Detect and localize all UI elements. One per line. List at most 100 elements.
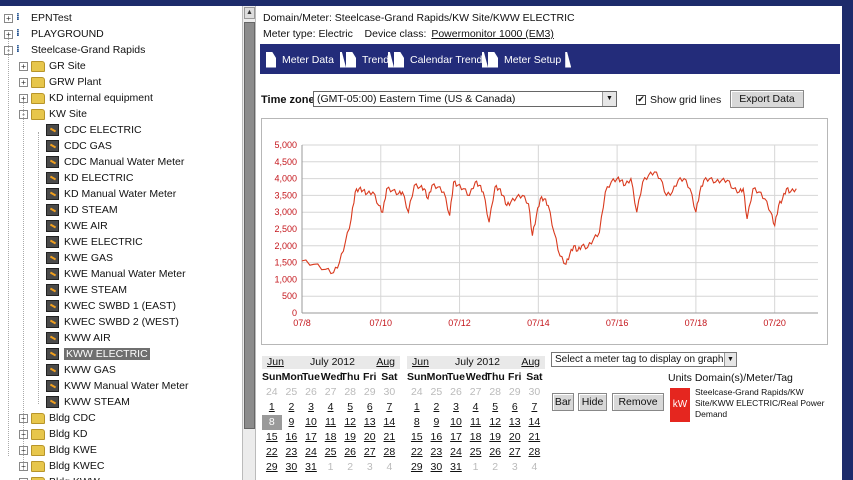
calendar-day[interactable]: 30 [282, 460, 302, 475]
timezone-select[interactable]: (GMT-05:00) Eastern Time (US & Canada) ▼ [313, 91, 617, 107]
tree-item[interactable]: KD ELECTRIC [34, 170, 133, 186]
tree-item[interactable]: + GRW Plant [19, 74, 101, 90]
calendar-day[interactable]: 7 [380, 400, 400, 415]
calendar-day[interactable]: 3 [301, 400, 321, 415]
calendar-day[interactable]: 2 [340, 460, 360, 475]
calendar-day[interactable]: 17 [301, 430, 321, 445]
calendar-day[interactable]: 21 [525, 430, 545, 445]
tree-item[interactable]: + KD internal equipment [19, 90, 153, 106]
calendar-day[interactable]: 4 [466, 400, 486, 415]
calendar-day[interactable]: 25 [427, 385, 447, 400]
calendar-day[interactable]: 6 [505, 400, 525, 415]
tab-calendar-trend[interactable]: Calendar Trend [384, 51, 482, 68]
calendar-day[interactable]: 1 [407, 400, 427, 415]
tree-item[interactable]: KWE STEAM [34, 282, 127, 298]
calendar-day[interactable]: 29 [360, 385, 380, 400]
tab-meter-data[interactable]: Meter Data [266, 51, 334, 68]
calendar-day[interactable]: 27 [321, 385, 341, 400]
calendar-day[interactable]: 26 [485, 445, 505, 460]
tree-scrollbar[interactable]: ▲ [242, 6, 256, 480]
calendar-day[interactable]: 15 [262, 430, 282, 445]
expand-icon[interactable]: + [19, 77, 28, 87]
calendar-day[interactable]: 31 [301, 460, 321, 475]
tree-item[interactable]: KWW STEAM [34, 394, 130, 410]
calendar-day[interactable]: 16 [282, 430, 302, 445]
unit-color-swatch[interactable]: kW [670, 388, 690, 422]
calendar-day[interactable]: 9 [282, 415, 302, 430]
tree-item[interactable]: + Bldg CDC [19, 410, 96, 426]
tree-item[interactable]: CDC Manual Water Meter [34, 154, 184, 170]
calendar-day[interactable]: 13 [360, 415, 380, 430]
calendar-day[interactable]: 5 [340, 400, 360, 415]
tab-trend[interactable]: Trend [336, 51, 389, 68]
calendar-day[interactable]: 5 [485, 400, 505, 415]
calendar-day[interactable]: 30 [380, 385, 400, 400]
calendar-next-link[interactable]: Aug [376, 356, 395, 368]
calendar-day[interactable]: 26 [301, 385, 321, 400]
tree-item[interactable]: - KW Site [19, 106, 87, 122]
calendar-day[interactable]: 8 [407, 415, 427, 430]
calendar-day[interactable]: 29 [262, 460, 282, 475]
calendar-prev-link[interactable]: Jun [412, 356, 429, 368]
calendar-day[interactable]: 11 [321, 415, 341, 430]
calendar-day[interactable]: 12 [485, 415, 505, 430]
expand-icon[interactable]: + [19, 61, 28, 71]
calendar-day[interactable]: 9 [427, 415, 447, 430]
calendar-day[interactable]: 28 [525, 445, 545, 460]
tree-item[interactable]: KWW Manual Water Meter [34, 378, 188, 394]
calendar-day[interactable]: 4 [525, 460, 545, 475]
calendar-day[interactable]: 17 [446, 430, 466, 445]
calendar-day[interactable]: 3 [360, 460, 380, 475]
calendar-day[interactable]: 24 [301, 445, 321, 460]
calendar-day[interactable]: 28 [485, 385, 505, 400]
calendar-day[interactable]: 27 [505, 445, 525, 460]
calendar-day[interactable]: 18 [466, 430, 486, 445]
calendar-day[interactable]: 3 [446, 400, 466, 415]
tree-item[interactable]: + Bldg KD [19, 426, 88, 442]
calendar-day[interactable]: 26 [446, 385, 466, 400]
tree-item[interactable]: - ⁞ Steelcase-Grand Rapids [4, 42, 145, 58]
calendar-day[interactable]: 31 [446, 460, 466, 475]
calendar-day[interactable]: 18 [321, 430, 341, 445]
calendar-day[interactable]: 16 [427, 430, 447, 445]
tree-item[interactable]: CDC GAS [34, 138, 112, 154]
calendar-day[interactable]: 14 [380, 415, 400, 430]
calendar-day[interactable]: 20 [360, 430, 380, 445]
calendar-day[interactable]: 1 [321, 460, 341, 475]
tree-item[interactable]: KD STEAM [34, 202, 118, 218]
calendar-day[interactable]: 1 [262, 400, 282, 415]
show-grid-lines-checkbox[interactable]: ✔ Show grid lines [636, 94, 721, 106]
calendar-day[interactable]: 10 [446, 415, 466, 430]
calendar-day[interactable]: 23 [282, 445, 302, 460]
calendar-day[interactable]: 19 [340, 430, 360, 445]
bar-button[interactable]: Bar [552, 393, 574, 411]
calendar-day[interactable]: 25 [466, 445, 486, 460]
calendar-day[interactable]: 24 [446, 445, 466, 460]
calendar-day[interactable]: 1 [466, 460, 486, 475]
scrollbar-thumb[interactable] [244, 22, 255, 429]
calendar-day[interactable]: 7 [525, 400, 545, 415]
calendar-day[interactable]: 14 [525, 415, 545, 430]
calendar-day[interactable]: 27 [360, 445, 380, 460]
calendar-day[interactable]: 11 [466, 415, 486, 430]
tree-item[interactable]: KWW ELECTRIC [34, 346, 150, 362]
device-class-link[interactable]: Powermonitor 1000 (EM3) [431, 28, 554, 40]
calendar-day[interactable]: 30 [525, 385, 545, 400]
scroll-up-arrow-icon[interactable]: ▲ [244, 7, 255, 19]
tree-item[interactable]: KWE AIR [34, 218, 108, 234]
calendar-day[interactable]: 2 [485, 460, 505, 475]
tree-item[interactable]: CDC ELECTRIC [34, 122, 142, 138]
calendar-day[interactable]: 2 [427, 400, 447, 415]
chevron-down-icon[interactable]: ▼ [602, 92, 616, 106]
calendar-day[interactable]: 29 [407, 460, 427, 475]
tab-meter-setup[interactable]: Meter Setup [478, 51, 572, 68]
calendar-day[interactable]: 22 [407, 445, 427, 460]
tree-item[interactable]: KWW GAS [34, 362, 116, 378]
tree-item[interactable]: + ⁞ EPNTest [4, 10, 72, 26]
tree-item[interactable]: KWEC SWBD 1 (EAST) [34, 298, 176, 314]
checkbox-check-icon[interactable]: ✔ [636, 95, 646, 105]
calendar-day[interactable]: 12 [340, 415, 360, 430]
calendar-day[interactable]: 6 [360, 400, 380, 415]
calendar-day[interactable]: 25 [282, 385, 302, 400]
calendar-day[interactable]: 24 [407, 385, 427, 400]
